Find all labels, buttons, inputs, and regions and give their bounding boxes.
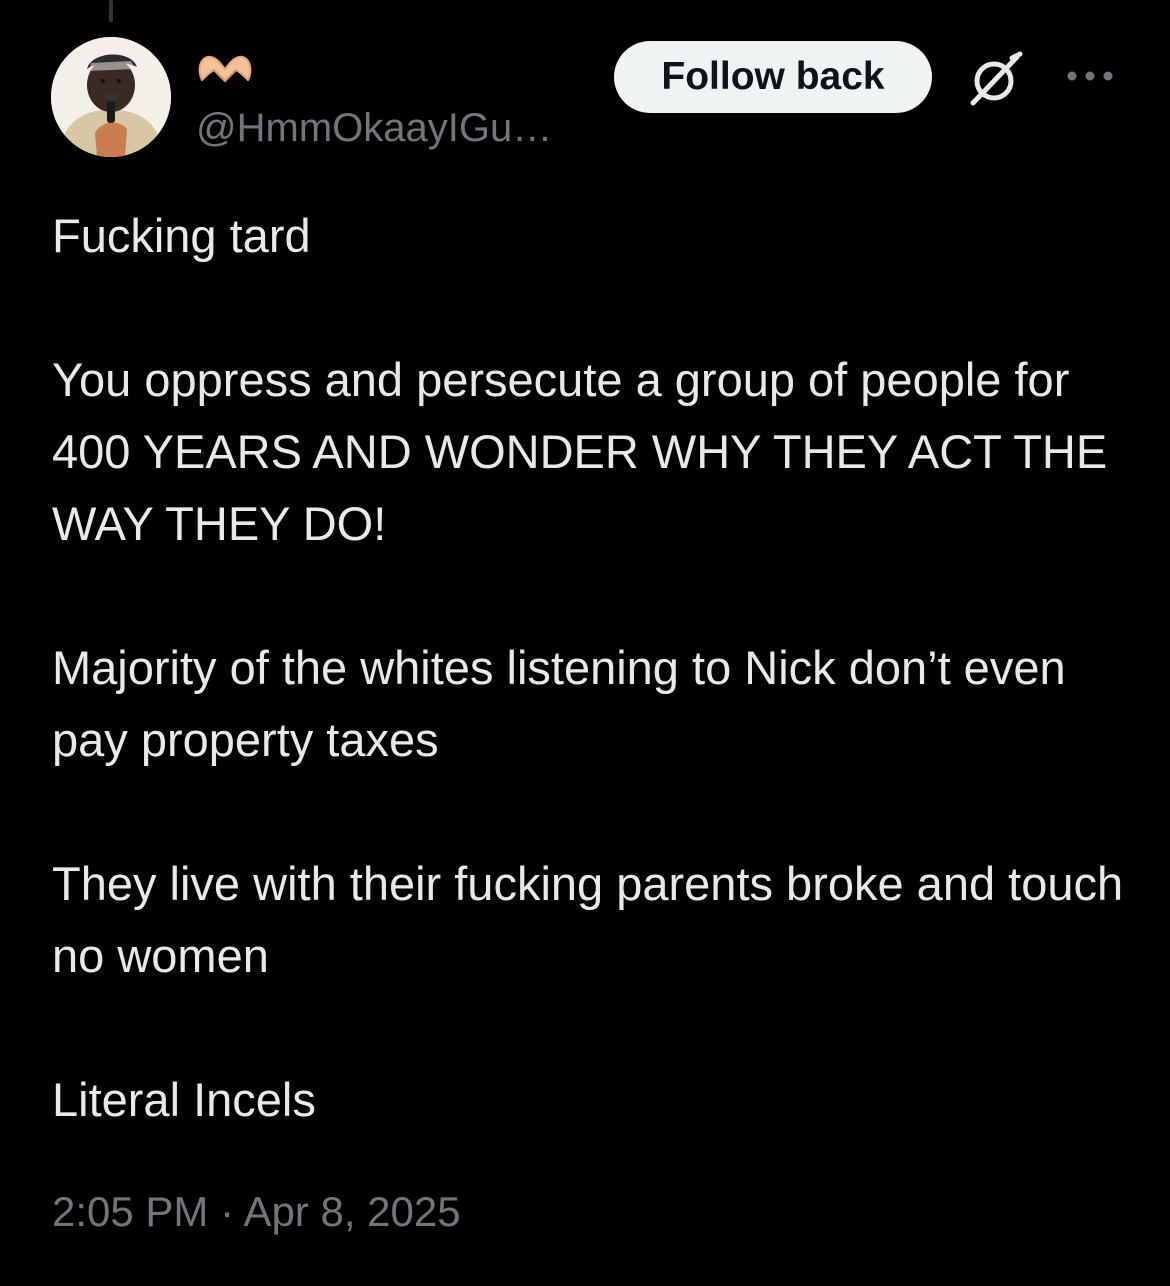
tweet-date[interactable]: Apr 8, 2025 — [243, 1188, 460, 1235]
thread-connector-line — [109, 0, 113, 22]
more-horizontal-icon[interactable] — [1066, 66, 1114, 86]
timestamp-separator: · — [208, 1188, 244, 1235]
follow-back-button[interactable]: Follow back — [614, 41, 932, 113]
grok-icon[interactable] — [966, 50, 1024, 108]
tweet-time[interactable]: 2:05 PM — [52, 1188, 208, 1235]
avatar[interactable] — [51, 37, 171, 157]
tweet-paragraph: Fucking tard — [52, 209, 311, 262]
heart-hands-emoji-icon — [198, 55, 252, 83]
tweet-paragraph: They live with their fucking parents bro… — [52, 857, 1124, 982]
tweet-timestamp: 2:05 PM · Apr 8, 2025 — [52, 1186, 461, 1238]
tweet-paragraph: Majority of the whites listening to Nick… — [52, 641, 1066, 766]
avatar-image — [51, 37, 171, 157]
tweet-paragraph: Literal Incels — [52, 1073, 316, 1126]
author-handle[interactable]: @HmmOkaayIGu… — [196, 104, 552, 152]
tweet-text: Fucking tard You oppress and persecute a… — [52, 200, 1132, 1136]
tweet-paragraph: You oppress and persecute a group of peo… — [52, 353, 1108, 550]
